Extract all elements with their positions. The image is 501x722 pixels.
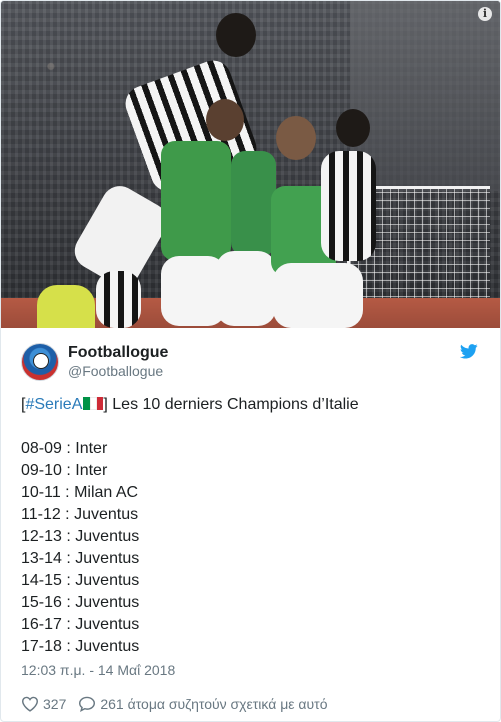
tweet-header: Footballogue @Footballogue xyxy=(21,342,480,382)
italy-flag-icon xyxy=(83,395,104,410)
season: 10-11 xyxy=(21,484,61,501)
player-bib xyxy=(231,151,276,256)
champions-list: 08-09 : Inter 09-10 : Inter 10-11 : Milan … xyxy=(21,438,480,658)
goalkeeper xyxy=(37,285,95,328)
champion-row: 11-12 : Juventus xyxy=(21,504,480,526)
separator: : xyxy=(61,638,76,655)
tweet-timestamp[interactable]: 12:03 π.μ. - 14 Μαΐ 2018 xyxy=(21,662,480,682)
season: 13-14 xyxy=(21,550,62,567)
champion-row: 10-11 : Milan AC xyxy=(21,482,480,504)
player-head xyxy=(336,109,370,147)
season: 11-12 xyxy=(21,506,61,523)
separator: : xyxy=(60,506,75,523)
player-shorts xyxy=(273,263,363,328)
team: Inter xyxy=(75,462,108,479)
football-icon xyxy=(33,353,49,369)
champion-row: 16-17 : Juventus xyxy=(21,614,480,636)
champion-row: 08-09 : Inter xyxy=(21,438,480,460)
tweet-headline: [#SerieA] Les 10 derniers Champions d’It… xyxy=(21,394,480,416)
tweet-body: Footballogue @Footballogue [#SerieA] Les… xyxy=(1,328,500,712)
champion-row: 14-15 : Juventus xyxy=(21,570,480,592)
avatar[interactable] xyxy=(21,343,59,381)
conversation-count: 261 άτομα συζητούν σχετικά με αυτό xyxy=(100,696,328,712)
author-names[interactable]: Footballogue @Footballogue xyxy=(68,344,168,380)
separator: : xyxy=(61,616,76,633)
season: 09-10 xyxy=(21,462,62,479)
author-handle[interactable]: @Footballogue xyxy=(68,362,168,380)
champion-row: 17-18 : Juventus xyxy=(21,636,480,658)
separator: : xyxy=(61,440,76,457)
separator: : xyxy=(61,528,76,545)
champion-row: 12-13 : Juventus xyxy=(21,526,480,548)
separator: : xyxy=(61,594,76,611)
season: 16-17 xyxy=(21,616,62,633)
champion-row: 15-16 : Juventus xyxy=(21,592,480,614)
player-shorts xyxy=(216,251,276,326)
separator: : xyxy=(61,462,76,479)
author-display-name[interactable]: Footballogue xyxy=(68,344,168,362)
season: 08-09 xyxy=(21,440,62,457)
separator: : xyxy=(61,550,76,567)
champion-row: 09-10 : Inter xyxy=(21,460,480,482)
team: Juventus xyxy=(75,638,140,655)
embedded-tweet-card: i Footballogue @Footballogue [#SerieA] L… xyxy=(0,0,501,722)
info-icon[interactable]: i xyxy=(478,7,492,21)
reply-action[interactable]: 261 άτομα συζητούν σχετικά με αυτό xyxy=(78,696,327,712)
headline-text: ] Les 10 derniers Champions d’Italie xyxy=(103,396,359,413)
team: Milan AC xyxy=(74,484,139,501)
separator: : xyxy=(60,484,75,501)
team: Juventus xyxy=(74,506,139,523)
player-head xyxy=(216,13,256,57)
tweet-photo[interactable]: i xyxy=(1,1,500,328)
tweet-text: [#SerieA] Les 10 derniers Champions d’It… xyxy=(21,394,480,658)
player-head xyxy=(206,99,244,141)
season: 17-18 xyxy=(21,638,62,655)
player-background xyxy=(96,271,141,328)
tweet-actions: 327 261 άτομα συζητούν σχετικά με αυτό xyxy=(21,696,480,712)
team: Juventus xyxy=(75,572,140,589)
team: Inter xyxy=(75,440,108,457)
speech-bubble-icon xyxy=(79,696,96,712)
player-striped-shirt xyxy=(321,151,376,261)
champion-row: 13-14 : Juventus xyxy=(21,548,480,570)
twitter-bird-icon[interactable] xyxy=(460,344,478,359)
season: 15-16 xyxy=(21,594,62,611)
heart-icon xyxy=(21,696,39,712)
season: 14-15 xyxy=(21,572,62,589)
like-count: 327 xyxy=(43,696,67,712)
team: Juventus xyxy=(75,594,140,611)
player-bib xyxy=(161,141,231,261)
like-action[interactable]: 327 xyxy=(21,696,66,712)
hashtag-link[interactable]: #SerieA xyxy=(25,396,82,413)
team: Juventus xyxy=(75,550,140,567)
team: Juventus xyxy=(75,528,140,545)
separator: : xyxy=(61,572,76,589)
team: Juventus xyxy=(75,616,140,633)
player-head xyxy=(276,116,316,160)
season: 12-13 xyxy=(21,528,62,545)
